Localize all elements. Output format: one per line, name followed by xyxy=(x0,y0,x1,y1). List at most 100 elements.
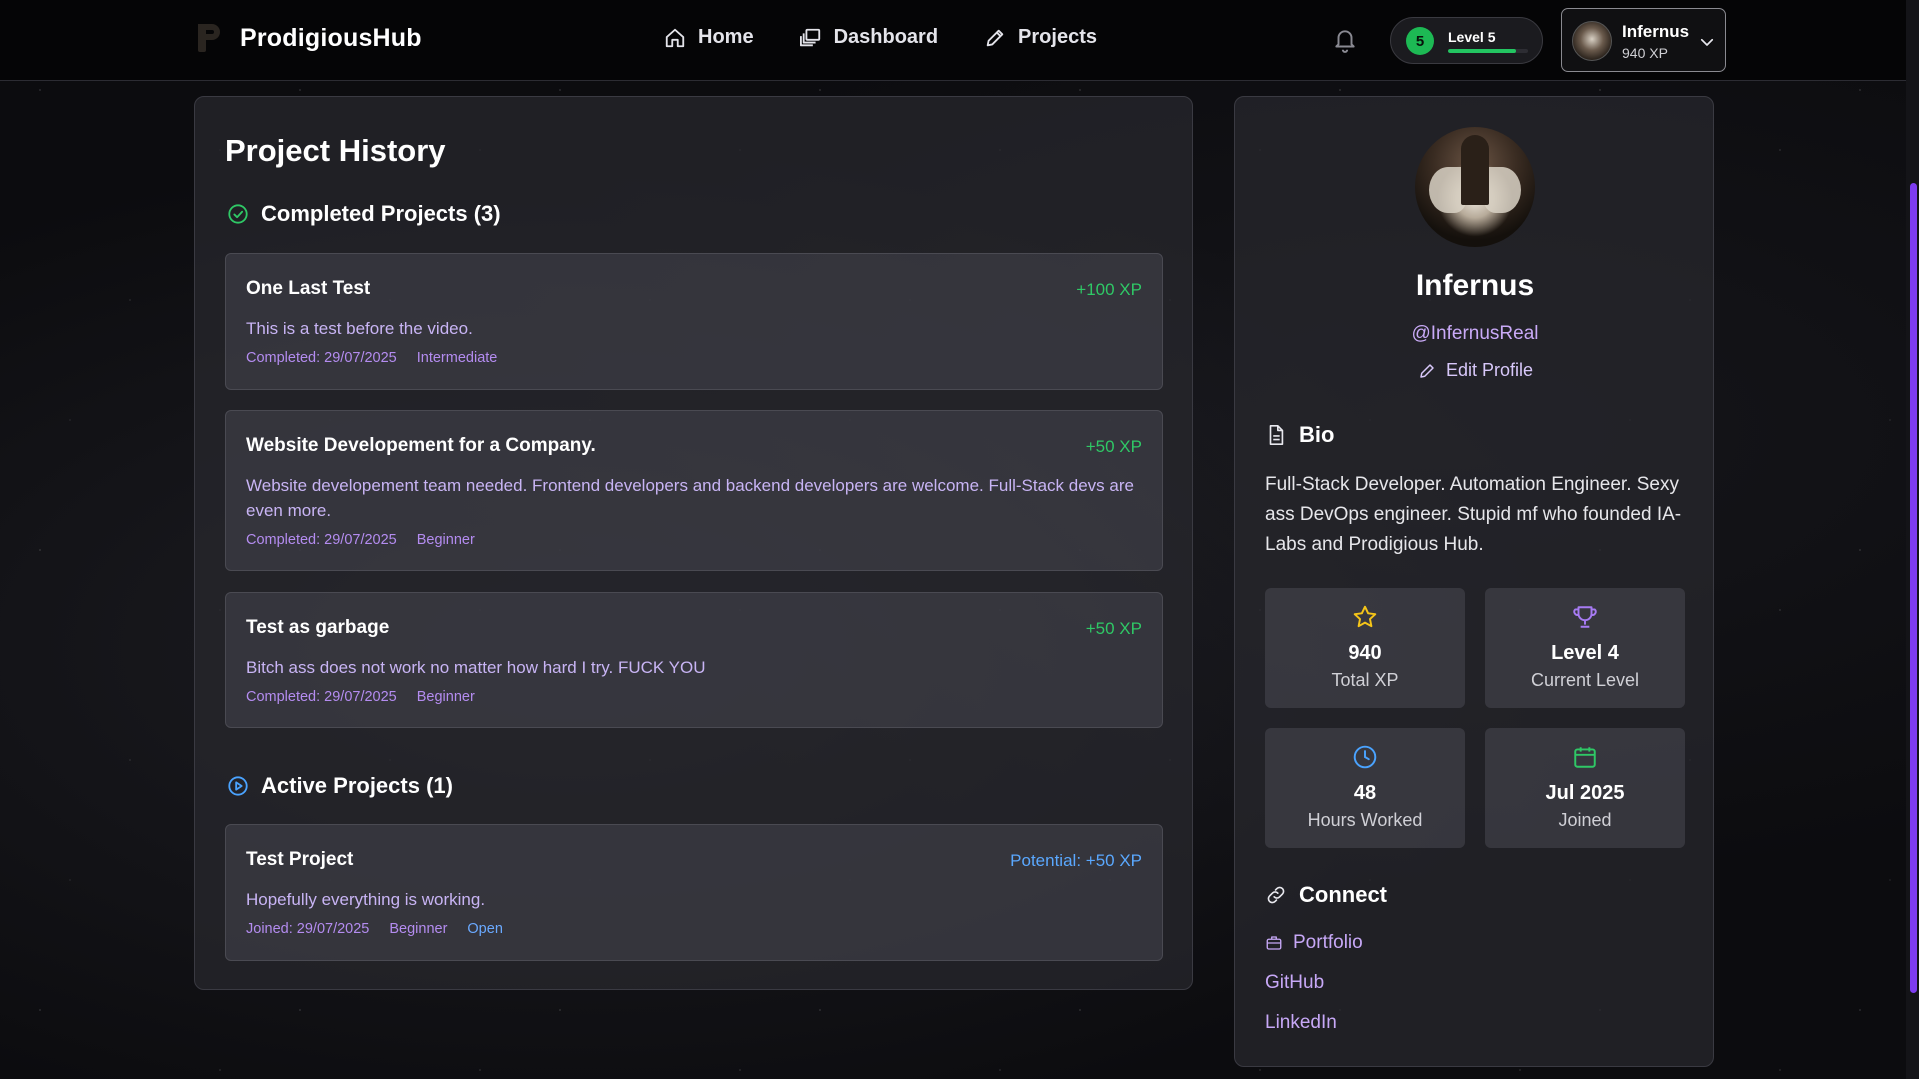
user-menu-button[interactable]: Infernus 940 XP xyxy=(1561,8,1726,72)
project-history-card: Project History Completed Projects (3) O… xyxy=(194,96,1193,990)
stat-label: Current Level xyxy=(1530,670,1640,690)
top-navbar: ProdigiousHub Home Dashboard Projects 5 … xyxy=(0,0,1906,81)
bio-heading: Bio xyxy=(1265,422,1334,448)
stat-label: Joined xyxy=(1558,810,1612,830)
edit-profile-button[interactable]: Edit Profile xyxy=(1418,360,1533,381)
active-projects-heading: Active Projects (1) xyxy=(227,773,453,799)
nav-dashboard-label: Dashboard xyxy=(833,26,939,48)
project-difficulty: Beginner xyxy=(416,689,475,705)
profile-avatar xyxy=(1415,127,1535,247)
profile-name: Infernus xyxy=(1415,269,1535,302)
home-icon xyxy=(665,28,685,47)
link-icon xyxy=(1267,886,1285,904)
project-meta: Joined: 29/07/2025 Beginner Open xyxy=(246,921,503,937)
portfolio-link-label: Portfolio xyxy=(1293,932,1363,953)
project-completed-date: Completed: 29/07/2025 xyxy=(246,350,397,366)
project-completed-date: Completed: 29/07/2025 xyxy=(246,532,397,548)
nav-home-link[interactable]: Home xyxy=(664,26,754,49)
project-description: This is a test before the video. xyxy=(246,319,473,338)
linkedin-link-label: LinkedIn xyxy=(1265,1012,1337,1033)
project-description: Bitch ass does not work no matter how ha… xyxy=(246,658,706,677)
stat-total-xp: 940 Total XP xyxy=(1265,588,1465,708)
stat-label: Total XP xyxy=(1331,670,1399,690)
nav-home-label: Home xyxy=(698,26,754,48)
project-xp: +50 XP xyxy=(1085,437,1142,456)
project-title: Website Developement for a Company. xyxy=(246,435,596,456)
edit-profile-label: Edit Profile xyxy=(1446,360,1534,380)
project-card[interactable]: Website Developement for a Company. +50 … xyxy=(225,410,1163,571)
level-progress-bar xyxy=(1448,49,1528,53)
nav-links: Home Dashboard Projects xyxy=(664,26,1097,49)
dashboard-icon xyxy=(799,28,820,46)
avatar xyxy=(1572,21,1612,61)
github-link[interactable]: GitHub xyxy=(1265,972,1324,994)
stat-hours-worked: 48 Hours Worked xyxy=(1265,728,1465,848)
project-difficulty: Beginner xyxy=(416,532,475,548)
stat-value: 940 xyxy=(1348,642,1382,664)
linkedin-link[interactable]: LinkedIn xyxy=(1265,1012,1337,1034)
project-difficulty: Beginner xyxy=(389,921,448,937)
stat-current-level: Level 4 Current Level xyxy=(1485,588,1685,708)
calendar-icon xyxy=(1574,747,1596,768)
trophy-icon xyxy=(1573,606,1597,628)
completed-projects-heading: Completed Projects (3) xyxy=(227,201,501,227)
project-joined-date: Joined: 29/07/2025 xyxy=(246,921,370,937)
document-icon xyxy=(1269,425,1284,445)
bio-text: Full-Stack Developer. Automation Enginee… xyxy=(1265,474,1682,555)
stat-value: Jul 2025 xyxy=(1545,782,1625,804)
portfolio-link[interactable]: Portfolio xyxy=(1265,932,1363,954)
user-xp: 940 XP xyxy=(1622,45,1668,61)
pencil-icon xyxy=(1420,363,1434,378)
nav-projects-label: Projects xyxy=(1018,26,1097,48)
level-label: Level 5 xyxy=(1448,29,1496,45)
project-meta: Completed: 29/07/2025 Beginner xyxy=(246,689,475,705)
brand-logo-icon xyxy=(196,22,222,54)
brand[interactable]: ProdigiousHub xyxy=(196,22,422,54)
briefcase-icon xyxy=(1266,936,1282,950)
stat-joined: Jul 2025 Joined xyxy=(1485,728,1685,848)
star-icon xyxy=(1353,605,1377,628)
project-potential-xp: Potential: +50 XP xyxy=(1010,851,1142,870)
connect-heading: Connect xyxy=(1265,882,1387,908)
project-title: One Last Test xyxy=(246,278,371,299)
clock-icon xyxy=(1353,745,1377,769)
profile-handle: @InfernusReal xyxy=(1411,323,1539,344)
nav-projects-link[interactable]: Projects xyxy=(984,26,1097,49)
project-meta: Completed: 29/07/2025 Beginner xyxy=(246,532,475,548)
check-circle-icon xyxy=(228,204,248,224)
github-link-label: GitHub xyxy=(1265,972,1325,993)
project-status: Open xyxy=(467,921,503,937)
bell-icon[interactable] xyxy=(1332,27,1358,53)
active-projects-label: Active Projects (1) xyxy=(261,773,453,798)
page-title: Project History xyxy=(225,133,446,168)
project-card[interactable]: Test as garbage +50 XP Bitch ass does no… xyxy=(225,592,1163,728)
profile-card: Infernus @InfernusReal Edit Profile Bio … xyxy=(1234,96,1714,1067)
project-title: Test Project xyxy=(246,849,354,870)
bio-heading-label: Bio xyxy=(1299,422,1335,447)
project-completed-date: Completed: 29/07/2025 xyxy=(246,689,397,705)
project-difficulty: Intermediate xyxy=(416,350,498,366)
completed-projects-label: Completed Projects (3) xyxy=(261,201,501,226)
user-name: Infernus xyxy=(1622,22,1690,41)
scrollbar-thumb[interactable] xyxy=(1910,183,1917,993)
level-indicator[interactable]: 5 Level 5 xyxy=(1390,17,1543,64)
brand-name: ProdigiousHub xyxy=(240,23,422,52)
play-circle-icon xyxy=(228,776,248,796)
stat-value: Level 4 xyxy=(1551,642,1619,664)
stat-value: 48 xyxy=(1353,782,1377,804)
project-meta: Completed: 29/07/2025 Intermediate xyxy=(246,350,497,366)
project-title: Test as garbage xyxy=(246,617,390,638)
project-description: Website developement team needed. Fronte… xyxy=(246,476,1134,520)
project-xp: +100 XP xyxy=(1076,280,1142,299)
project-card[interactable]: Test Project Potential: +50 XP Hopefully… xyxy=(225,824,1163,961)
pencil-icon xyxy=(986,29,1004,46)
project-xp: +50 XP xyxy=(1085,619,1142,638)
stat-label: Hours Worked xyxy=(1307,810,1423,830)
chevron-down-icon xyxy=(1700,38,1714,46)
nav-dashboard-link[interactable]: Dashboard xyxy=(799,26,939,49)
project-description: Hopefully everything is working. xyxy=(246,890,486,909)
level-progress-fill xyxy=(1448,49,1516,53)
level-badge: 5 xyxy=(1406,27,1434,55)
connect-heading-label: Connect xyxy=(1299,882,1387,907)
project-card[interactable]: One Last Test +100 XP This is a test bef… xyxy=(225,253,1163,390)
